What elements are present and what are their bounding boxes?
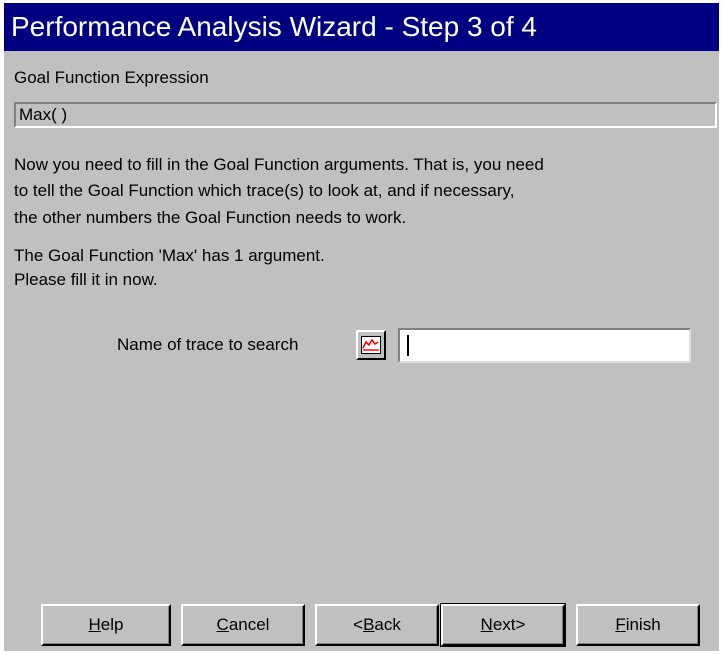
finish-button[interactable]: Finish [576,604,700,646]
wizard-dialog: Performance Analysis Wizard - Step 3 of … [4,3,719,651]
instruction-line-2: to tell the Goal Function which trace(s)… [14,181,515,200]
cancel-button[interactable]: Cancel [181,604,305,646]
text-caret [407,335,409,356]
argument-prompt-text: Please fill it in now. [14,270,158,289]
help-accelerator: H [88,615,101,634]
next-accelerator: N [480,615,493,634]
finish-accelerator: F [615,615,626,634]
back-accelerator: B [363,615,375,634]
help-button[interactable]: Help [41,604,171,646]
next-button[interactable]: Next> [440,603,566,647]
browse-traces-button[interactable] [356,330,386,360]
trace-name-label: Name of trace to search [117,335,299,354]
cancel-accelerator: C [216,615,229,634]
trace-name-input[interactable] [398,328,691,363]
cancel-label: ancel [228,615,270,634]
wizard-title: Performance Analysis Wizard - Step 3 of … [4,3,719,51]
argument-count-text: The Goal Function 'Max' has 1 argument. [14,246,325,265]
help-label: elp [100,615,124,634]
trace-waveform-icon [361,336,381,354]
expression-field: Max( ) [14,102,717,128]
back-label: ack [374,615,401,634]
instruction-line-3: the other numbers the Goal Function need… [14,208,407,227]
back-prefix: < [353,615,364,634]
finish-label: inish [625,615,661,634]
instruction-line-1: Now you need to fill in the Goal Functio… [14,155,544,174]
next-label: ext> [492,615,526,634]
expression-label: Goal Function Expression [14,68,209,87]
back-button[interactable]: <Back [315,604,439,646]
